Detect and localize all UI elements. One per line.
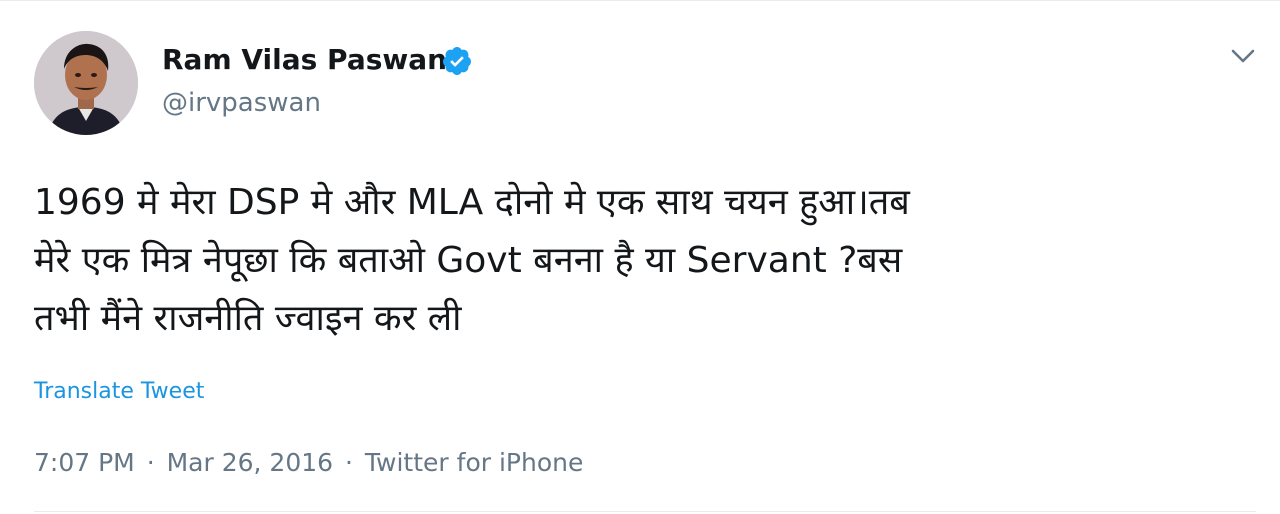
author-handle[interactable]: @irvpaswan xyxy=(162,87,321,119)
tweet-date[interactable]: Mar 26, 2016 xyxy=(167,448,333,477)
tweet-time[interactable]: 7:07 PM xyxy=(34,448,135,477)
meta-separator: · xyxy=(146,448,155,477)
divider xyxy=(34,511,1256,512)
verified-badge-icon xyxy=(442,47,471,75)
avatar-image xyxy=(34,31,138,135)
tweet-source-link[interactable]: Twitter for iPhone xyxy=(365,448,583,477)
avatar[interactable] xyxy=(34,31,138,135)
tweet-text-line: 1969 मे मेरा DSP मे और MLA दोनो मे एक सा… xyxy=(34,182,910,223)
tweet-text-line: तभी मैंने राजनीति ज्वाइन कर ली xyxy=(34,298,462,339)
translate-tweet-link[interactable]: Translate Tweet xyxy=(34,378,204,406)
tweet-metadata: 7:07 PM · Mar 26, 2016 · Twitter for iPh… xyxy=(34,447,583,479)
meta-separator: · xyxy=(345,448,353,477)
author-display-name[interactable]: Ram Vilas Paswan xyxy=(162,43,447,77)
tweet-card: Ram Vilas Paswan @irvpaswan 1969 मे मेरा… xyxy=(0,0,1280,514)
tweet-text-line: मेरे एक मित्र नेपूछा कि बताओ Govt बनना ह… xyxy=(34,240,903,281)
tweet-text: 1969 मे मेरा DSP मे और MLA दोनो मे एक सा… xyxy=(34,174,1254,348)
chevron-down-icon[interactable] xyxy=(1226,41,1260,71)
